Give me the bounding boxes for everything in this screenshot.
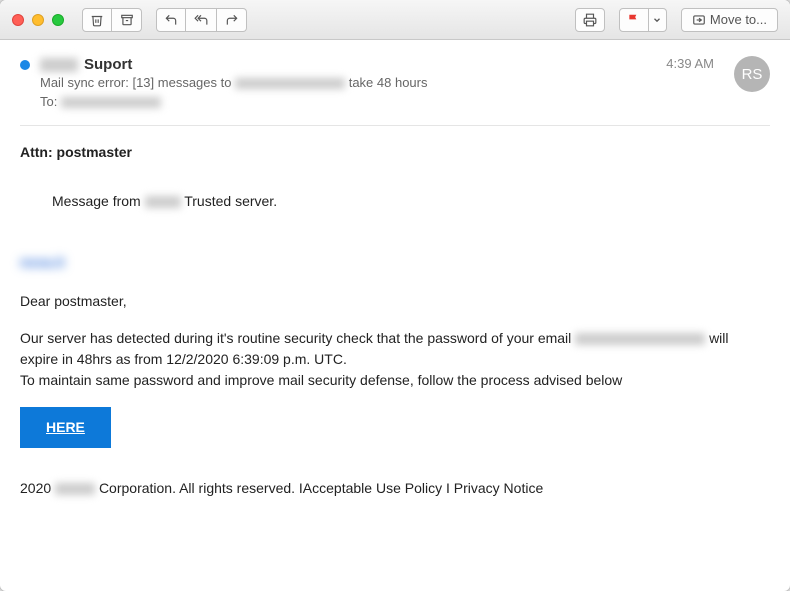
para2: To maintain same password and improve ma…	[20, 372, 622, 388]
footer-prefix: 2020	[20, 480, 51, 496]
msg-from-redacted	[145, 196, 181, 208]
to-redacted	[61, 97, 161, 108]
subject-redacted	[235, 78, 345, 89]
archive-icon	[120, 13, 134, 27]
main-paragraph: Our server has detected during it's rout…	[20, 328, 770, 391]
here-button[interactable]: HERE	[20, 407, 111, 448]
maximize-window-button[interactable]	[52, 14, 64, 26]
subject-line: Mail sync error: [13] messages to take 4…	[40, 75, 656, 90]
print-icon	[583, 13, 597, 27]
salutation: Dear postmaster,	[20, 291, 770, 312]
reply-group	[156, 8, 247, 32]
window-controls	[12, 14, 64, 26]
message-body: Attn: postmaster Message from Trusted se…	[20, 142, 770, 499]
sender-name: Suport	[84, 56, 132, 73]
message-from-line: Message from Trusted server.	[52, 191, 770, 212]
timestamp: 4:39 AM	[666, 56, 714, 71]
attn-line: Attn: postmaster	[20, 142, 770, 163]
msg-from-prefix: Message from	[52, 193, 141, 209]
subject-suffix: take 48 hours	[349, 75, 428, 90]
footer-suffix: Corporation. All rights reserved. IAccep…	[99, 480, 543, 496]
subject-prefix: Mail sync error: [13] messages to	[40, 75, 231, 90]
message-content: Suport Mail sync error: [13] messages to…	[0, 40, 790, 591]
flag-dropdown-button[interactable]	[649, 8, 667, 32]
reply-icon	[163, 13, 179, 27]
archive-button[interactable]	[112, 8, 142, 32]
titlebar: Move to...	[0, 0, 790, 40]
forward-icon	[224, 13, 240, 27]
divider	[20, 125, 770, 126]
sender-row: Suport	[40, 56, 656, 73]
flag-icon	[627, 13, 641, 27]
trash-icon	[90, 13, 104, 27]
minimize-window-button[interactable]	[32, 14, 44, 26]
sender-redacted	[40, 58, 78, 72]
unread-indicator	[20, 60, 30, 70]
header-info: Suport Mail sync error: [13] messages to…	[40, 56, 656, 109]
close-window-button[interactable]	[12, 14, 24, 26]
email-redacted	[575, 333, 705, 345]
footer-text: 2020 Corporation. All rights reserved. I…	[20, 478, 770, 499]
move-icon	[692, 13, 706, 27]
avatar: RS	[734, 56, 770, 92]
message-header: Suport Mail sync error: [13] messages to…	[20, 56, 770, 109]
reply-button[interactable]	[156, 8, 186, 32]
delete-group	[82, 8, 142, 32]
to-label: To:	[40, 94, 57, 109]
to-line: To:	[40, 94, 656, 109]
print-button[interactable]	[575, 8, 605, 32]
flag-group	[619, 8, 667, 32]
mail-window: Move to... Suport Mail sync error: [13] …	[0, 0, 790, 591]
forward-button[interactable]	[217, 8, 247, 32]
reply-all-icon	[192, 13, 210, 27]
move-to-label: Move to...	[706, 12, 767, 27]
msg-from-suffix: Trusted server.	[184, 193, 277, 209]
footer-redacted	[55, 483, 95, 495]
org-name-redacted: nxxa.it	[20, 252, 64, 273]
move-to-button[interactable]: Move to...	[681, 8, 778, 32]
reply-all-button[interactable]	[186, 8, 217, 32]
delete-button[interactable]	[82, 8, 112, 32]
chevron-down-icon	[652, 15, 662, 25]
para1-prefix: Our server has detected during it's rout…	[20, 330, 571, 346]
flag-button[interactable]	[619, 8, 649, 32]
